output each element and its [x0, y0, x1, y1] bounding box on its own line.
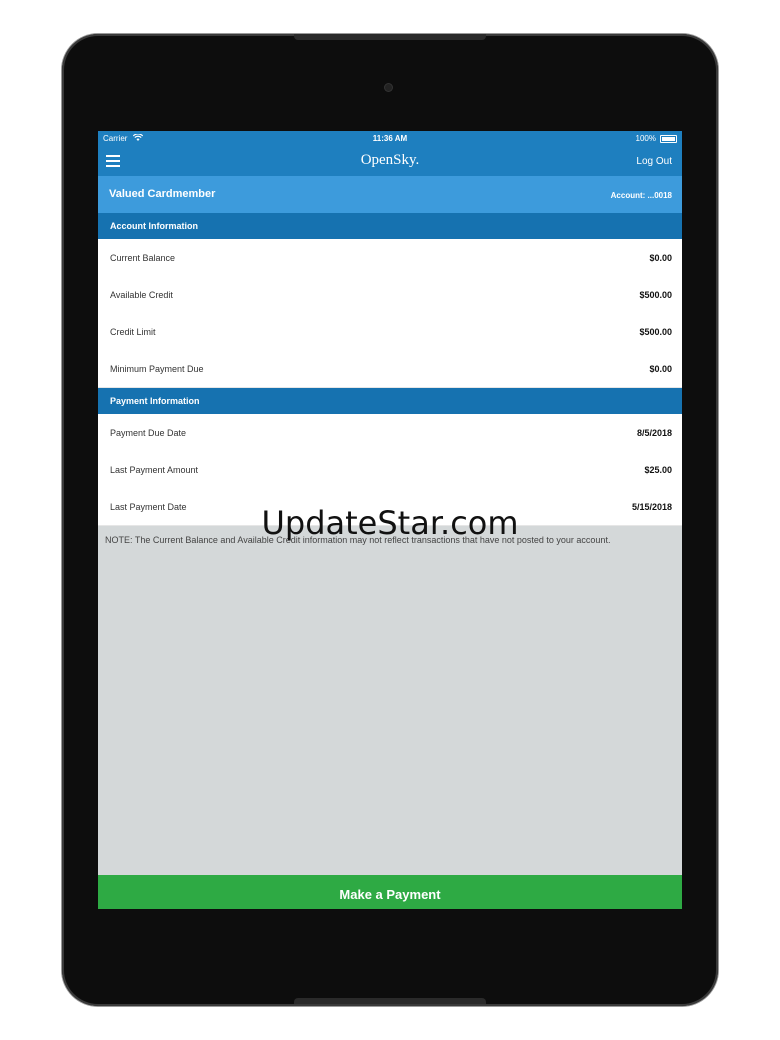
nav-bar: OpenSky. Log Out: [98, 146, 682, 176]
row-label: Payment Due Date: [110, 428, 187, 438]
row-label: Available Credit: [110, 290, 173, 300]
account-number: Account: ...0018: [610, 191, 672, 200]
row-label: Credit Limit: [110, 327, 156, 337]
make-payment-button[interactable]: Make a Payment: [98, 875, 682, 909]
row-value: $0.00: [649, 364, 672, 374]
tablet-bottom-button: [294, 998, 486, 1004]
camera-icon: [385, 84, 392, 91]
battery-icon: [660, 134, 677, 143]
status-time: 11:36 AM: [372, 134, 408, 143]
member-name: Valued Cardmember: [109, 188, 216, 200]
list-item: Available Credit $500.00: [98, 276, 682, 314]
list-item: Payment Due Date 8/5/2018: [98, 414, 682, 452]
account-info-header: Account Information: [98, 213, 682, 239]
list-item: Last Payment Amount $25.00: [98, 451, 682, 489]
payment-info-header: Payment Information: [98, 388, 682, 414]
battery-percent: 100%: [635, 134, 656, 143]
row-label: Last Payment Amount: [110, 465, 199, 475]
row-label: Minimum Payment Due: [110, 364, 204, 374]
row-label: Current Balance: [110, 253, 176, 263]
brand-logo: OpenSky.: [360, 152, 420, 168]
row-value: $500.00: [639, 327, 672, 337]
watermark-text: UpdateStar.com: [261, 504, 519, 542]
tablet-top-button: [294, 34, 486, 40]
list-item: Current Balance $0.00: [98, 239, 682, 277]
logout-button[interactable]: Log Out: [636, 156, 672, 167]
row-value: 8/5/2018: [636, 428, 672, 438]
section-title: Account Information: [110, 221, 198, 231]
row-value: $25.00: [644, 465, 672, 475]
row-value: $500.00: [639, 290, 672, 300]
member-bar: Valued Cardmember Account: ...0018: [98, 176, 682, 213]
list-item: Credit Limit $500.00: [98, 313, 682, 351]
section-title: Payment Information: [110, 396, 200, 406]
status-bar: Carrier 11:36 AM 100%: [98, 131, 682, 146]
row-value: $0.00: [649, 253, 672, 263]
list-item: Minimum Payment Due $0.00: [98, 350, 682, 388]
